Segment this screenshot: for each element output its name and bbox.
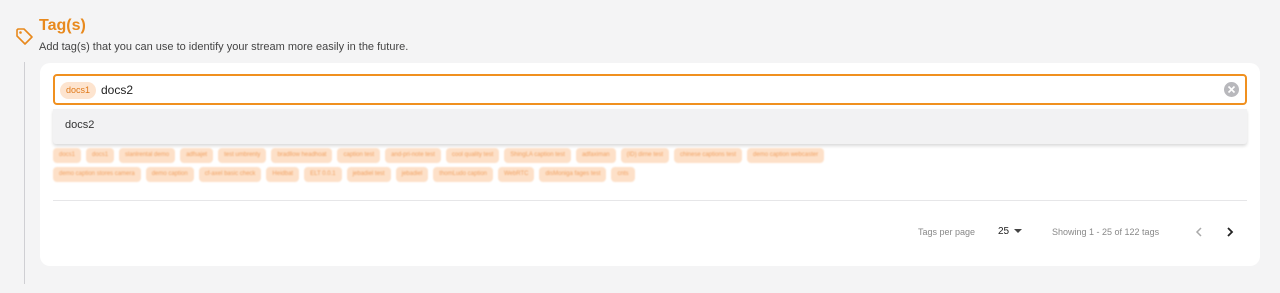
- tag-pill[interactable]: bradllow headhoat: [271, 148, 333, 163]
- tag-pill[interactable]: caption test: [337, 148, 381, 163]
- tag-pill[interactable]: cf-axel basic check: [198, 167, 262, 182]
- tag-icon: [16, 28, 33, 45]
- tag-row: demo caption stores camera demo caption cf…: [53, 167, 1153, 182]
- section-rail: [24, 62, 25, 284]
- existing-tags-list: docs1 docs1 slanlrental demo adfsajet test u…: [53, 148, 1153, 186]
- tag-pill[interactable]: docs1: [53, 148, 82, 163]
- tag-pill[interactable]: cnts: [611, 167, 635, 182]
- tag-pill[interactable]: demo caption stores camera: [53, 167, 141, 182]
- section-title: Tag(s): [39, 17, 86, 34]
- tag-pill[interactable]: adfsajet: [180, 148, 214, 163]
- tag-input-field[interactable]: docs1 docs2: [53, 74, 1247, 105]
- tag-pill[interactable]: test umbrenty: [218, 148, 267, 163]
- tag-pill[interactable]: ShingLA caption test: [504, 148, 571, 163]
- tag-row: docs1 docs1 slanlrental demo adfsajet test u…: [53, 148, 1153, 163]
- tag-pill[interactable]: slanlrental demo: [119, 148, 176, 163]
- section-description: Add tag(s) that you can use to identify …: [39, 41, 409, 53]
- selected-tag-chip[interactable]: docs1: [60, 82, 97, 99]
- tag-pill[interactable]: WebRTC: [498, 167, 535, 182]
- dropdown-item[interactable]: docs2: [65, 119, 94, 131]
- tag-pill[interactable]: thomLudo caption: [433, 167, 493, 182]
- pagination-status: Showing 1 - 25 of 122 tags: [1052, 227, 1160, 237]
- tag-input-text[interactable]: docs2: [101, 82, 133, 98]
- caret-down-icon: [1014, 229, 1023, 234]
- tag-pill[interactable]: cool quality test: [445, 148, 500, 163]
- tag-pill[interactable]: disMoniga fages test: [539, 167, 607, 182]
- tag-pill[interactable]: and-pri-note test: [385, 148, 441, 163]
- chevron-left-icon[interactable]: [1192, 225, 1206, 239]
- tag-pill[interactable]: Heidbat: [266, 167, 300, 182]
- suggestion-dropdown: docs2: [53, 109, 1247, 144]
- tag-pill[interactable]: chinese captions test: [673, 148, 743, 163]
- tags-card: docs1 docs2 docs2 docs1 docs1 slanlrental …: [40, 63, 1260, 266]
- tag-pill[interactable]: ELT 0.0.1: [304, 167, 342, 182]
- tag-pill[interactable]: (ID) dirne test: [620, 148, 669, 163]
- tags-per-page-label: Tags per page: [918, 227, 976, 237]
- divider: [53, 200, 1247, 201]
- tags-per-page-value: 25: [998, 226, 1010, 237]
- tag-pill[interactable]: jebadiel: [395, 167, 429, 182]
- chevron-right-icon[interactable]: [1223, 225, 1237, 239]
- tag-pill[interactable]: demo caption webcaster: [747, 148, 825, 163]
- tag-pill[interactable]: adfaximan: [575, 148, 616, 163]
- clear-icon[interactable]: [1224, 82, 1239, 97]
- tag-pill[interactable]: demo caption: [145, 167, 194, 182]
- tag-pill[interactable]: jebadiel test: [346, 167, 391, 182]
- tag-pill[interactable]: docs1: [86, 148, 115, 163]
- tags-per-page-select[interactable]: 25: [998, 226, 1023, 237]
